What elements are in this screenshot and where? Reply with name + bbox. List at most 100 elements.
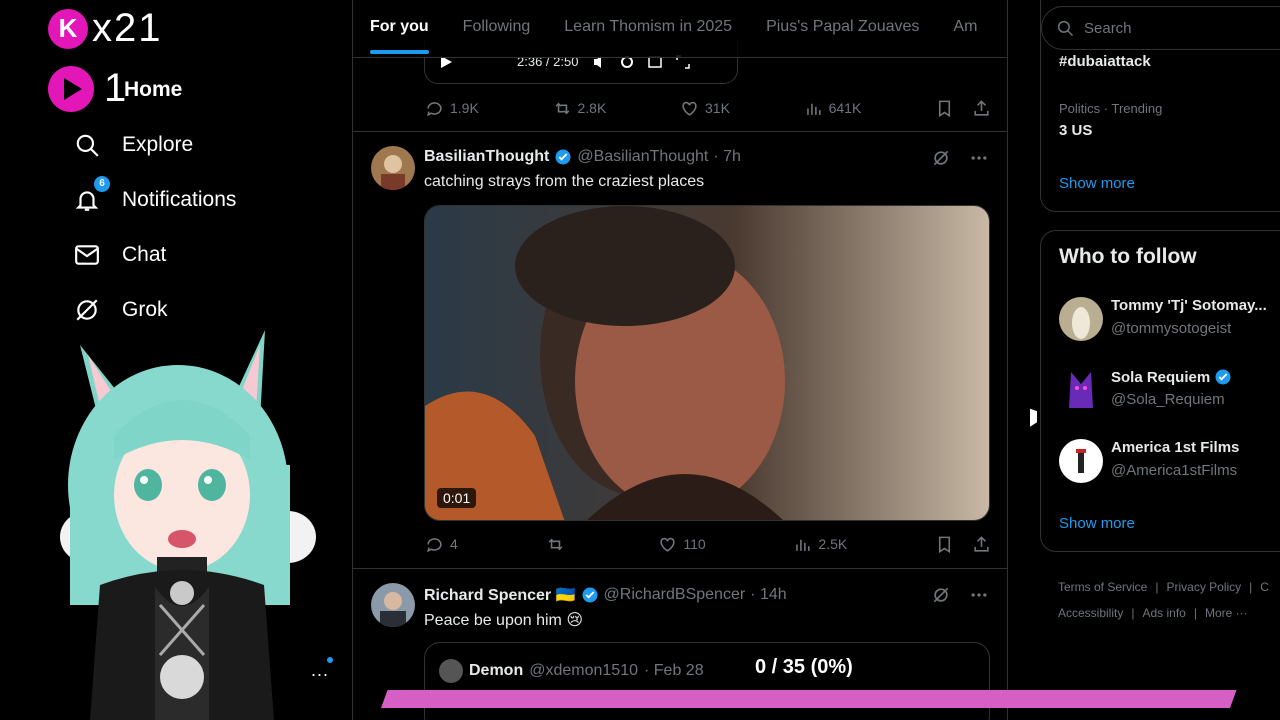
reply-button[interactable]: 4 (425, 535, 458, 554)
tab-following[interactable]: Following (446, 0, 548, 57)
footer-link-cookie[interactable]: C (1260, 580, 1269, 594)
more-horizontal-icon[interactable] (969, 148, 989, 168)
verified-badge-icon (582, 587, 598, 603)
more-options-icon[interactable]: ... (311, 660, 329, 681)
mail-icon (72, 240, 102, 270)
grok-icon[interactable] (931, 148, 951, 168)
tweet-author-handle[interactable]: @RichardBSpencer (604, 586, 746, 604)
quote-author-handle[interactable]: @xdemon1510 (529, 662, 638, 680)
trend-item-meta: Politics · Trending (1059, 101, 1163, 116)
footer-link-ads[interactable]: Ads info (1142, 606, 1185, 620)
avatar[interactable] (371, 146, 415, 190)
reply-button[interactable]: 1.9K (425, 99, 479, 118)
tweet-author-name[interactable]: Richard Spencer 🇺🇦 (424, 585, 576, 605)
tweet-time[interactable]: · 7h (713, 148, 741, 166)
video-timer: 0:01 (437, 488, 477, 508)
nav-item-label: Home (124, 77, 183, 101)
app-logo[interactable]: K x21 (48, 6, 163, 51)
share-icon[interactable] (972, 99, 991, 118)
bookmark-icon[interactable] (935, 535, 954, 554)
footer-link-privacy[interactable]: Privacy Policy (1166, 580, 1241, 594)
nav-item-label: Explore (122, 132, 194, 156)
footer-link-terms[interactable]: Terms of Service (1058, 580, 1147, 594)
tweet-video[interactable]: 0:01 (424, 205, 990, 521)
nav-item-notifications[interactable]: 6 Notifications (72, 172, 236, 227)
mouse-cursor-icon (1030, 408, 1037, 430)
repost-button[interactable] (546, 535, 571, 554)
avatar[interactable] (371, 583, 415, 627)
quoted-tweet[interactable]: Demon @xdemon1510 · Feb 28 (424, 642, 990, 720)
follow-handle[interactable]: @tommysotogeist (1111, 320, 1231, 337)
more-horizontal-icon[interactable] (969, 585, 989, 605)
like-button[interactable]: 31K (680, 99, 730, 118)
tweet-tools (931, 585, 989, 605)
quote-author-name[interactable]: Demon (469, 662, 523, 680)
views-button[interactable]: 641K (804, 99, 862, 118)
reply-icon (426, 101, 442, 116)
nav-item-chat[interactable]: Chat (72, 227, 236, 282)
follow-handle[interactable]: @Sola_Requiem (1111, 391, 1225, 408)
grok-icon (72, 295, 102, 325)
tweet-header: Richard Spencer 🇺🇦 @RichardBSpencer · 14… (424, 585, 787, 605)
tweet-text: catching strays from the craziest places (424, 173, 705, 190)
tab-learn-thomism[interactable]: Learn Thomism in 2025 (547, 0, 749, 57)
like-button[interactable]: 110 (658, 535, 706, 554)
heart-icon (660, 537, 675, 552)
progress-counter: 0 / 35 (0%) (755, 656, 853, 678)
nav-item-explore[interactable]: Explore (72, 117, 236, 172)
follow-name[interactable]: America 1st Films (1111, 439, 1239, 456)
follow-suggestion[interactable]: Sola Requiem @Sola_Requiem (1059, 368, 1280, 416)
verified-badge-icon (1215, 369, 1231, 385)
tab-am[interactable]: Am (936, 0, 994, 57)
verified-badge-icon (555, 149, 571, 165)
tweet-time[interactable]: · 14h (750, 586, 786, 604)
follow-suggestion[interactable]: Tommy 'Tj' Sotomay... @tommysotogeist (1059, 297, 1280, 345)
tweet-actions: 4 110 2.5K (425, 534, 991, 554)
tab-papal-zouaves[interactable]: Pius's Papal Zouaves (749, 0, 936, 57)
trend-item-title[interactable]: #dubaiattack (1059, 53, 1151, 70)
reply-count: 4 (450, 536, 458, 552)
tweet-tools (931, 148, 989, 168)
view-count: 641K (828, 100, 862, 116)
vtuber-avatar-overlay (60, 330, 316, 720)
who-to-follow-title: Who to follow (1059, 245, 1197, 268)
search-input[interactable]: Search (1084, 20, 1132, 37)
timeline-tabs: For you Following Learn Thomism in 2025 … (353, 0, 1007, 58)
follow-show-more-link[interactable]: Show more (1059, 515, 1135, 532)
like-count: 31K (705, 100, 730, 116)
share-icon[interactable] (972, 535, 991, 554)
nav-item-label: Notifications (122, 187, 237, 211)
tweet-basilianthought[interactable]: BasilianThought @BasilianThought · 7h ca… (353, 132, 1007, 569)
repost-button[interactable]: 2.8K (553, 99, 606, 118)
trends-show-more-link[interactable]: Show more (1059, 175, 1135, 192)
search-box[interactable]: Search (1041, 6, 1280, 50)
main-nav: Home Explore 6 Notifications Chat Grok (72, 62, 236, 337)
footer-link-accessibility[interactable]: Accessibility (1058, 606, 1123, 620)
repost-icon (555, 102, 569, 114)
tweet-text: Peace be upon him 😢 (424, 612, 583, 629)
follow-suggestion[interactable]: America 1st Films @America1stFilms (1059, 439, 1280, 487)
follow-name[interactable]: Tommy 'Tj' Sotomay... (1111, 297, 1267, 314)
tweet-author-handle[interactable]: @BasilianThought (577, 148, 708, 166)
avatar[interactable] (1059, 297, 1103, 341)
reply-icon (426, 537, 442, 552)
bookmark-icon[interactable] (935, 99, 954, 118)
follow-name-text: Sola Requiem (1111, 368, 1211, 386)
trend-item-title[interactable]: 3 US (1059, 122, 1092, 139)
avatar[interactable] (1059, 439, 1103, 483)
views-button[interactable]: 2.5K (793, 535, 847, 554)
follow-name[interactable]: Sola Requiem (1111, 368, 1232, 386)
tab-for-you[interactable]: For you (353, 0, 446, 57)
avatar[interactable] (1059, 368, 1103, 412)
follow-handle[interactable]: @America1stFilms (1111, 462, 1237, 479)
progress-bar (381, 690, 1237, 708)
nav-item-home[interactable]: Home (72, 62, 236, 117)
view-count: 2.5K (818, 536, 848, 552)
footer-link-more[interactable]: More ··· (1205, 606, 1248, 620)
nav-item-label: Chat (122, 242, 167, 266)
tweet-author-name[interactable]: BasilianThought (424, 148, 549, 166)
right-sidebar: #dubaiattack Politics · Trending 3 US Sh… (1040, 0, 1280, 720)
grok-icon[interactable] (931, 585, 951, 605)
tweet-header: BasilianThought @BasilianThought · 7h (424, 148, 741, 166)
views-icon (806, 103, 821, 115)
